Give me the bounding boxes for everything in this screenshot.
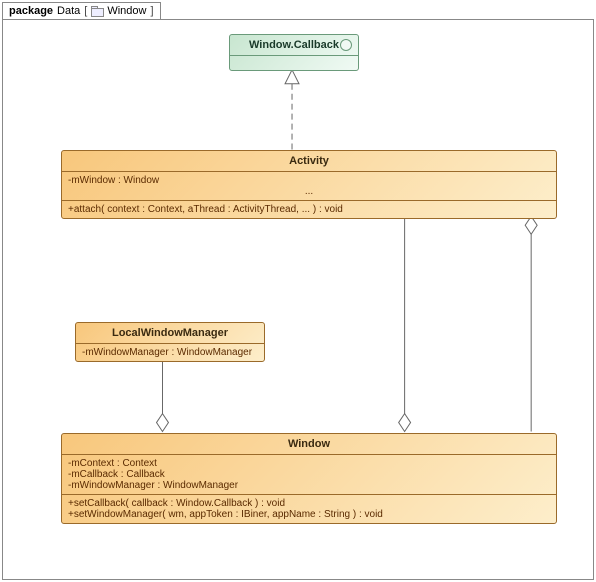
interface-icon — [340, 39, 352, 51]
bracket-open: [ — [84, 5, 87, 17]
attributes-ellipsis: ... — [68, 186, 550, 197]
class-attributes: -mContext : Context -mCallback : Callbac… — [62, 455, 556, 495]
package-body: Window.Callback Activity -mWindow : Wind… — [2, 19, 594, 580]
package-subject: Window — [107, 5, 146, 17]
aggregation-mid-diamond — [399, 414, 411, 432]
class-title: Window.Callback — [230, 35, 358, 56]
class-name-label: Window — [288, 438, 330, 450]
class-name-label: LocalWindowManager — [112, 327, 228, 339]
attribute-row: -mWindowManager : WindowManager — [68, 480, 550, 491]
class-window-callback: Window.Callback — [229, 34, 359, 71]
attribute-row: -mWindowManager : WindowManager — [82, 347, 258, 358]
bracket-close: ] — [150, 5, 153, 17]
class-local-window-manager: LocalWindowManager -mWindowManager : Win… — [75, 322, 265, 362]
class-operations: +attach( context : Context, aThread : Ac… — [62, 201, 556, 218]
operation-row: +attach( context : Context, aThread : Ac… — [68, 204, 550, 215]
operation-row: +setCallback( callback : Window.Callback… — [68, 498, 550, 509]
package-name: Data — [57, 5, 80, 17]
class-title: Window — [62, 434, 556, 455]
attribute-row: -mContext : Context — [68, 458, 550, 469]
class-window: Window -mContext : Context -mCallback : … — [61, 433, 557, 524]
package-keyword: package — [9, 5, 53, 17]
aggregation-lwm-diamond — [157, 414, 169, 432]
package-icon — [91, 6, 103, 16]
class-name-label: Activity — [289, 155, 329, 167]
class-operations: +setCallback( callback : Window.Callback… — [62, 495, 556, 523]
class-activity: Activity -mWindow : Window ... +attach( … — [61, 150, 557, 219]
class-empty-section — [230, 56, 358, 70]
class-title: Activity — [62, 151, 556, 172]
package-tab: package Data [ Window ] — [2, 2, 161, 19]
class-attributes: -mWindowManager : WindowManager — [76, 344, 264, 361]
attribute-row: -mCallback : Callback — [68, 469, 550, 480]
operation-row: +setWindowManager( wm, appToken : IBiner… — [68, 509, 550, 520]
attribute-row: -mWindow : Window — [68, 175, 550, 186]
realization-arrowhead — [285, 70, 299, 84]
class-name-label: Window.Callback — [249, 39, 339, 51]
class-title: LocalWindowManager — [76, 323, 264, 344]
class-attributes: -mWindow : Window ... — [62, 172, 556, 201]
